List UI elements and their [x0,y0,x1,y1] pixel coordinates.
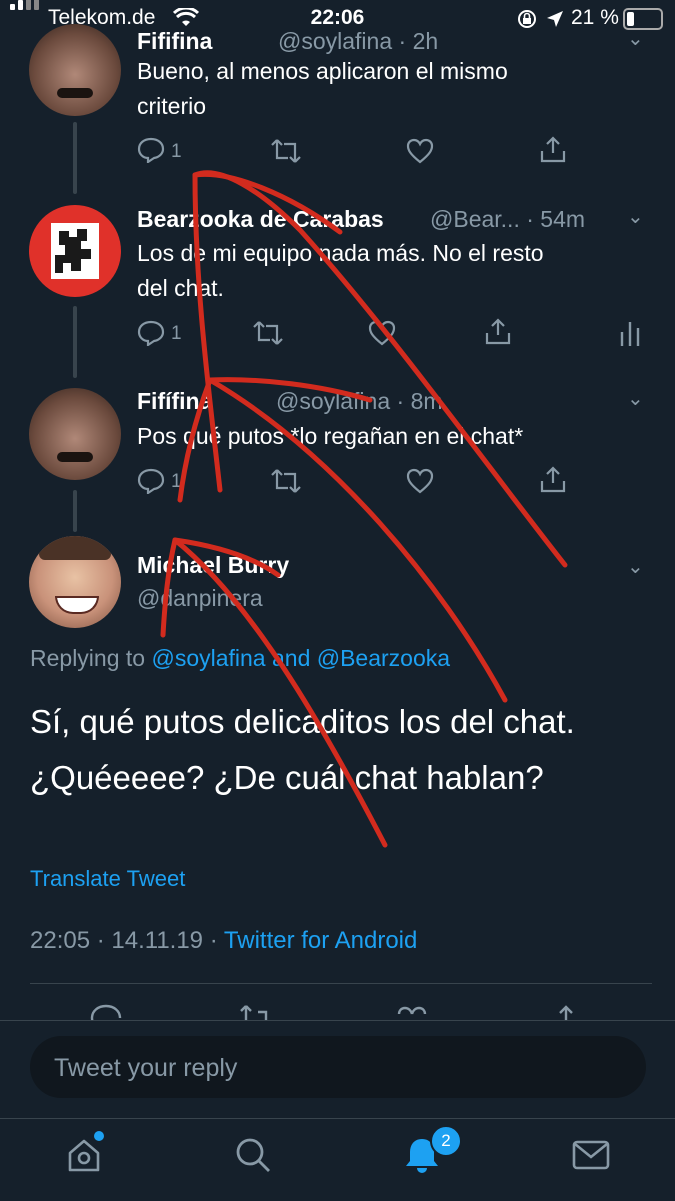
search-icon [236,1138,270,1172]
messages-icon [572,1140,610,1170]
reply-count: 1 [171,323,182,344]
reply-icon[interactable] [137,468,165,494]
reply-icon[interactable] [137,320,165,346]
like-icon[interactable] [406,468,434,494]
tweet-author-name[interactable]: Bearzooka de Carabas [137,206,384,233]
tweet-author-handle[interactable]: @soylafina · 8m [276,388,443,415]
chevron-down-icon[interactable]: ⌄ [627,26,644,51]
share-icon[interactable] [539,135,567,163]
retweet-icon[interactable] [238,1004,274,1020]
nav-home[interactable] [64,1131,104,1180]
like-icon[interactable] [368,320,396,346]
notifications-badge: 2 [430,1125,462,1157]
battery-percent: 21 % [571,6,619,29]
avatar[interactable] [29,24,121,116]
avatar[interactable] [29,205,121,297]
replying-to-handles[interactable]: @soylafina and @Bearzooka [151,645,450,671]
bottom-nav: 2 [0,1118,675,1201]
replying-to-label: Replying to [30,645,146,671]
tweet-author-handle[interactable]: @danpinera [137,585,263,612]
home-unread-dot [94,1131,104,1141]
tweet-text-line: criterio [137,93,207,119]
avatar[interactable] [29,388,121,480]
composer-divider [0,1020,675,1021]
main-tweet-text: Sí, qué putos delicaditos los del chat. … [30,694,575,806]
reply-composer[interactable] [30,1036,646,1100]
thread-connector [73,306,77,378]
retweet-icon[interactable] [270,468,302,494]
analytics-icon[interactable] [619,318,641,346]
retweet-icon[interactable] [252,320,284,346]
reply-icon[interactable] [137,137,165,163]
share-icon[interactable] [552,1004,580,1020]
tweet-text-line: ¿Quéeeee? ¿De cuál chat hablan? [30,759,544,796]
reply-count: 1 [171,141,182,162]
translate-tweet-link[interactable]: Translate Tweet [30,866,185,892]
retweet-icon[interactable] [270,138,302,164]
home-icon [68,1139,100,1172]
chevron-down-icon[interactable]: ⌄ [627,386,644,411]
tweet-text-line: Sí, qué putos delicaditos los del chat. [30,703,575,740]
nav-notifications[interactable]: 2 [402,1125,462,1180]
tweet-author-name[interactable]: Michael Burry [137,552,289,579]
tweet-text-line: Pos qué putos *lo regañan en el chat* [137,423,524,449]
share-icon[interactable] [484,317,512,345]
tweet-text: Los de mi equipo nada más. No el resto d… [137,236,657,306]
share-icon[interactable] [539,465,567,493]
chevron-down-icon[interactable]: ⌄ [627,204,644,229]
reply-icon[interactable] [90,1004,122,1020]
tweet-source-link[interactable]: Twitter for Android [224,927,417,954]
replying-to-line: Replying to @soylafina and @Bearzooka [30,645,450,672]
tweet-author-handle[interactable]: @Bear... · 54m [430,206,585,233]
divider [30,983,652,984]
reply-input[interactable] [52,1036,626,1100]
thread-connector [73,122,77,194]
like-icon[interactable] [396,1004,428,1020]
like-icon[interactable] [406,138,434,164]
tweet-meta: 22:05 · 14.11.19 · Twitter for Android [30,927,417,955]
nav-search[interactable] [233,1135,273,1180]
tweet-text-line: del chat. [137,275,224,301]
tweet-text: Bueno, al menos aplicaron el mismo crite… [137,54,657,124]
bear-logo-icon [51,223,99,279]
tweet-author-name[interactable]: Fifífina [137,388,212,415]
chevron-down-icon[interactable]: ⌄ [627,554,644,579]
reply-count: 1 [171,471,182,492]
tweet-timestamp: 22:05 · 14.11.19 · [30,927,218,954]
tweet-author-name[interactable]: Fififina [137,28,212,55]
location-icon [547,11,563,27]
rotation-lock-icon [518,10,536,28]
nav-messages[interactable] [571,1137,611,1178]
tweet-author-handle[interactable]: @soylafina · 2h [278,28,438,55]
thread-connector [73,490,77,532]
tweet-text-line: Bueno, al menos aplicaron el mismo [137,58,508,84]
main-tweet-actions [0,1000,675,1020]
tweet-text: Pos qué putos *lo regañan en el chat* [137,419,657,454]
avatar[interactable] [29,536,121,628]
tweet-text-line: Los de mi equipo nada más. No el resto [137,240,544,266]
